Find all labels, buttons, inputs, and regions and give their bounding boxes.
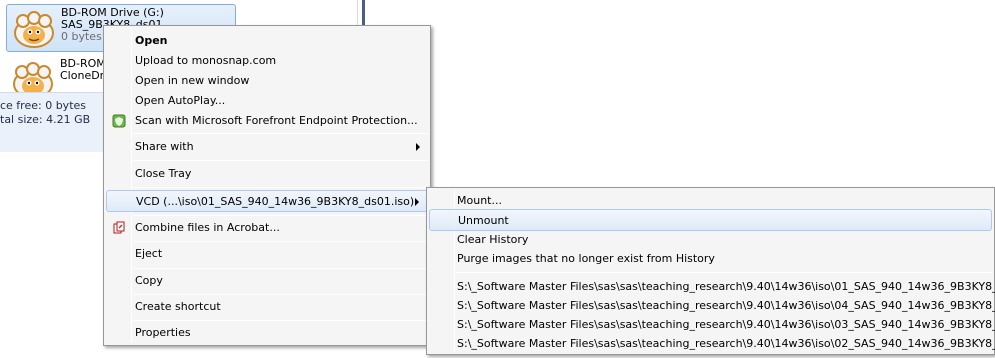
menu-item-label: Mount... [457,194,502,207]
menu-item-label: Open AutoPlay... [135,94,226,107]
menu-item-open[interactable]: Open [106,30,428,52]
submenu-arrow-icon [415,198,419,206]
menu-item-label: Clear History [457,233,529,246]
menu-item-copy[interactable]: Copy [106,270,428,292]
clonedrive-sheep-icon [14,11,54,48]
menu-item-close-tray[interactable]: Close Tray [106,163,428,185]
acrobat-combine-icon [113,221,125,234]
menu-item-label: S:\_Software Master Files\sas\sas\teachi… [457,299,995,312]
menu-item-label: S:\_Software Master Files\sas\sas\teachi… [457,280,995,293]
menu-item-label: Create shortcut [135,300,221,313]
menu-item-create-shortcut[interactable]: Create shortcut [106,296,428,318]
submenu-item-history-iso-02[interactable]: S:\_Software Master Files\sas\sas\teachi… [429,333,995,355]
menu-separator [133,294,428,295]
menu-item-label: Open [135,34,168,47]
submenu-item-purge-images[interactable]: Purge images that no longer exist from H… [429,248,992,270]
menu-item-label: Upload to monosnap.com [135,54,277,67]
menu-item-eject[interactable]: Eject [106,243,428,265]
menu-item-label: Copy [135,274,163,287]
menu-item-scan-forefront[interactable]: Scan with Microsoft Forefront Endpoint P… [106,110,428,132]
menu-item-label: Properties [135,326,191,339]
details-pane: ce free: 0 bytes tal size: 4.21 GB [0,92,116,152]
menu-item-open-new-window[interactable]: Open in new window [106,70,428,92]
menu-item-label: Eject [135,247,163,260]
menu-separator [133,215,428,216]
menu-item-open-autoplay[interactable]: Open AutoPlay... [106,90,428,112]
menu-item-vcd[interactable]: VCD (...\iso\01_SAS_940_14w36_9B3KY8_ds0… [106,190,428,212]
menu-separator [133,133,428,134]
menu-item-label: Share with [135,140,194,153]
menu-separator [133,320,428,321]
context-menu: Open Upload to monosnap.com Open in new … [103,25,431,346]
menu-item-properties[interactable]: Properties [106,322,428,344]
submenu-item-unmount[interactable]: Unmount [429,209,992,231]
vcd-submenu: Mount... Unmount Clear History Purge ima… [426,187,995,355]
menu-item-label: Unmount [458,214,509,227]
menu-item-share-with[interactable]: Share with [106,136,428,158]
submenu-arrow-icon [416,143,420,151]
menu-item-label: Scan with Microsoft Forefront Endpoint P… [135,114,418,127]
menu-separator [133,160,428,161]
menu-item-label: Combine files in Acrobat... [135,221,280,234]
menu-item-upload-monosnap[interactable]: Upload to monosnap.com [106,50,428,72]
menu-item-label: S:\_Software Master Files\sas\sas\teachi… [457,318,995,331]
details-free-space: ce free: 0 bytes [0,99,87,112]
details-total-size: tal size: 4.21 GB [0,113,91,126]
forefront-shield-icon [112,114,126,128]
menu-item-label: S:\_Software Master Files\sas\sas\teachi… [457,337,995,350]
menu-separator [456,272,992,273]
menu-item-label: Close Tray [135,167,192,180]
menu-item-combine-acrobat[interactable]: Combine files in Acrobat... [106,217,428,239]
menu-item-label: Purge images that no longer exist from H… [457,252,715,265]
menu-item-label: VCD (...\iso\01_SAS_940_14w36_9B3KY8_ds0… [136,195,415,208]
menu-item-label: Open in new window [135,74,250,87]
menu-separator [133,241,428,242]
menu-separator [133,187,428,188]
menu-separator [133,268,428,269]
